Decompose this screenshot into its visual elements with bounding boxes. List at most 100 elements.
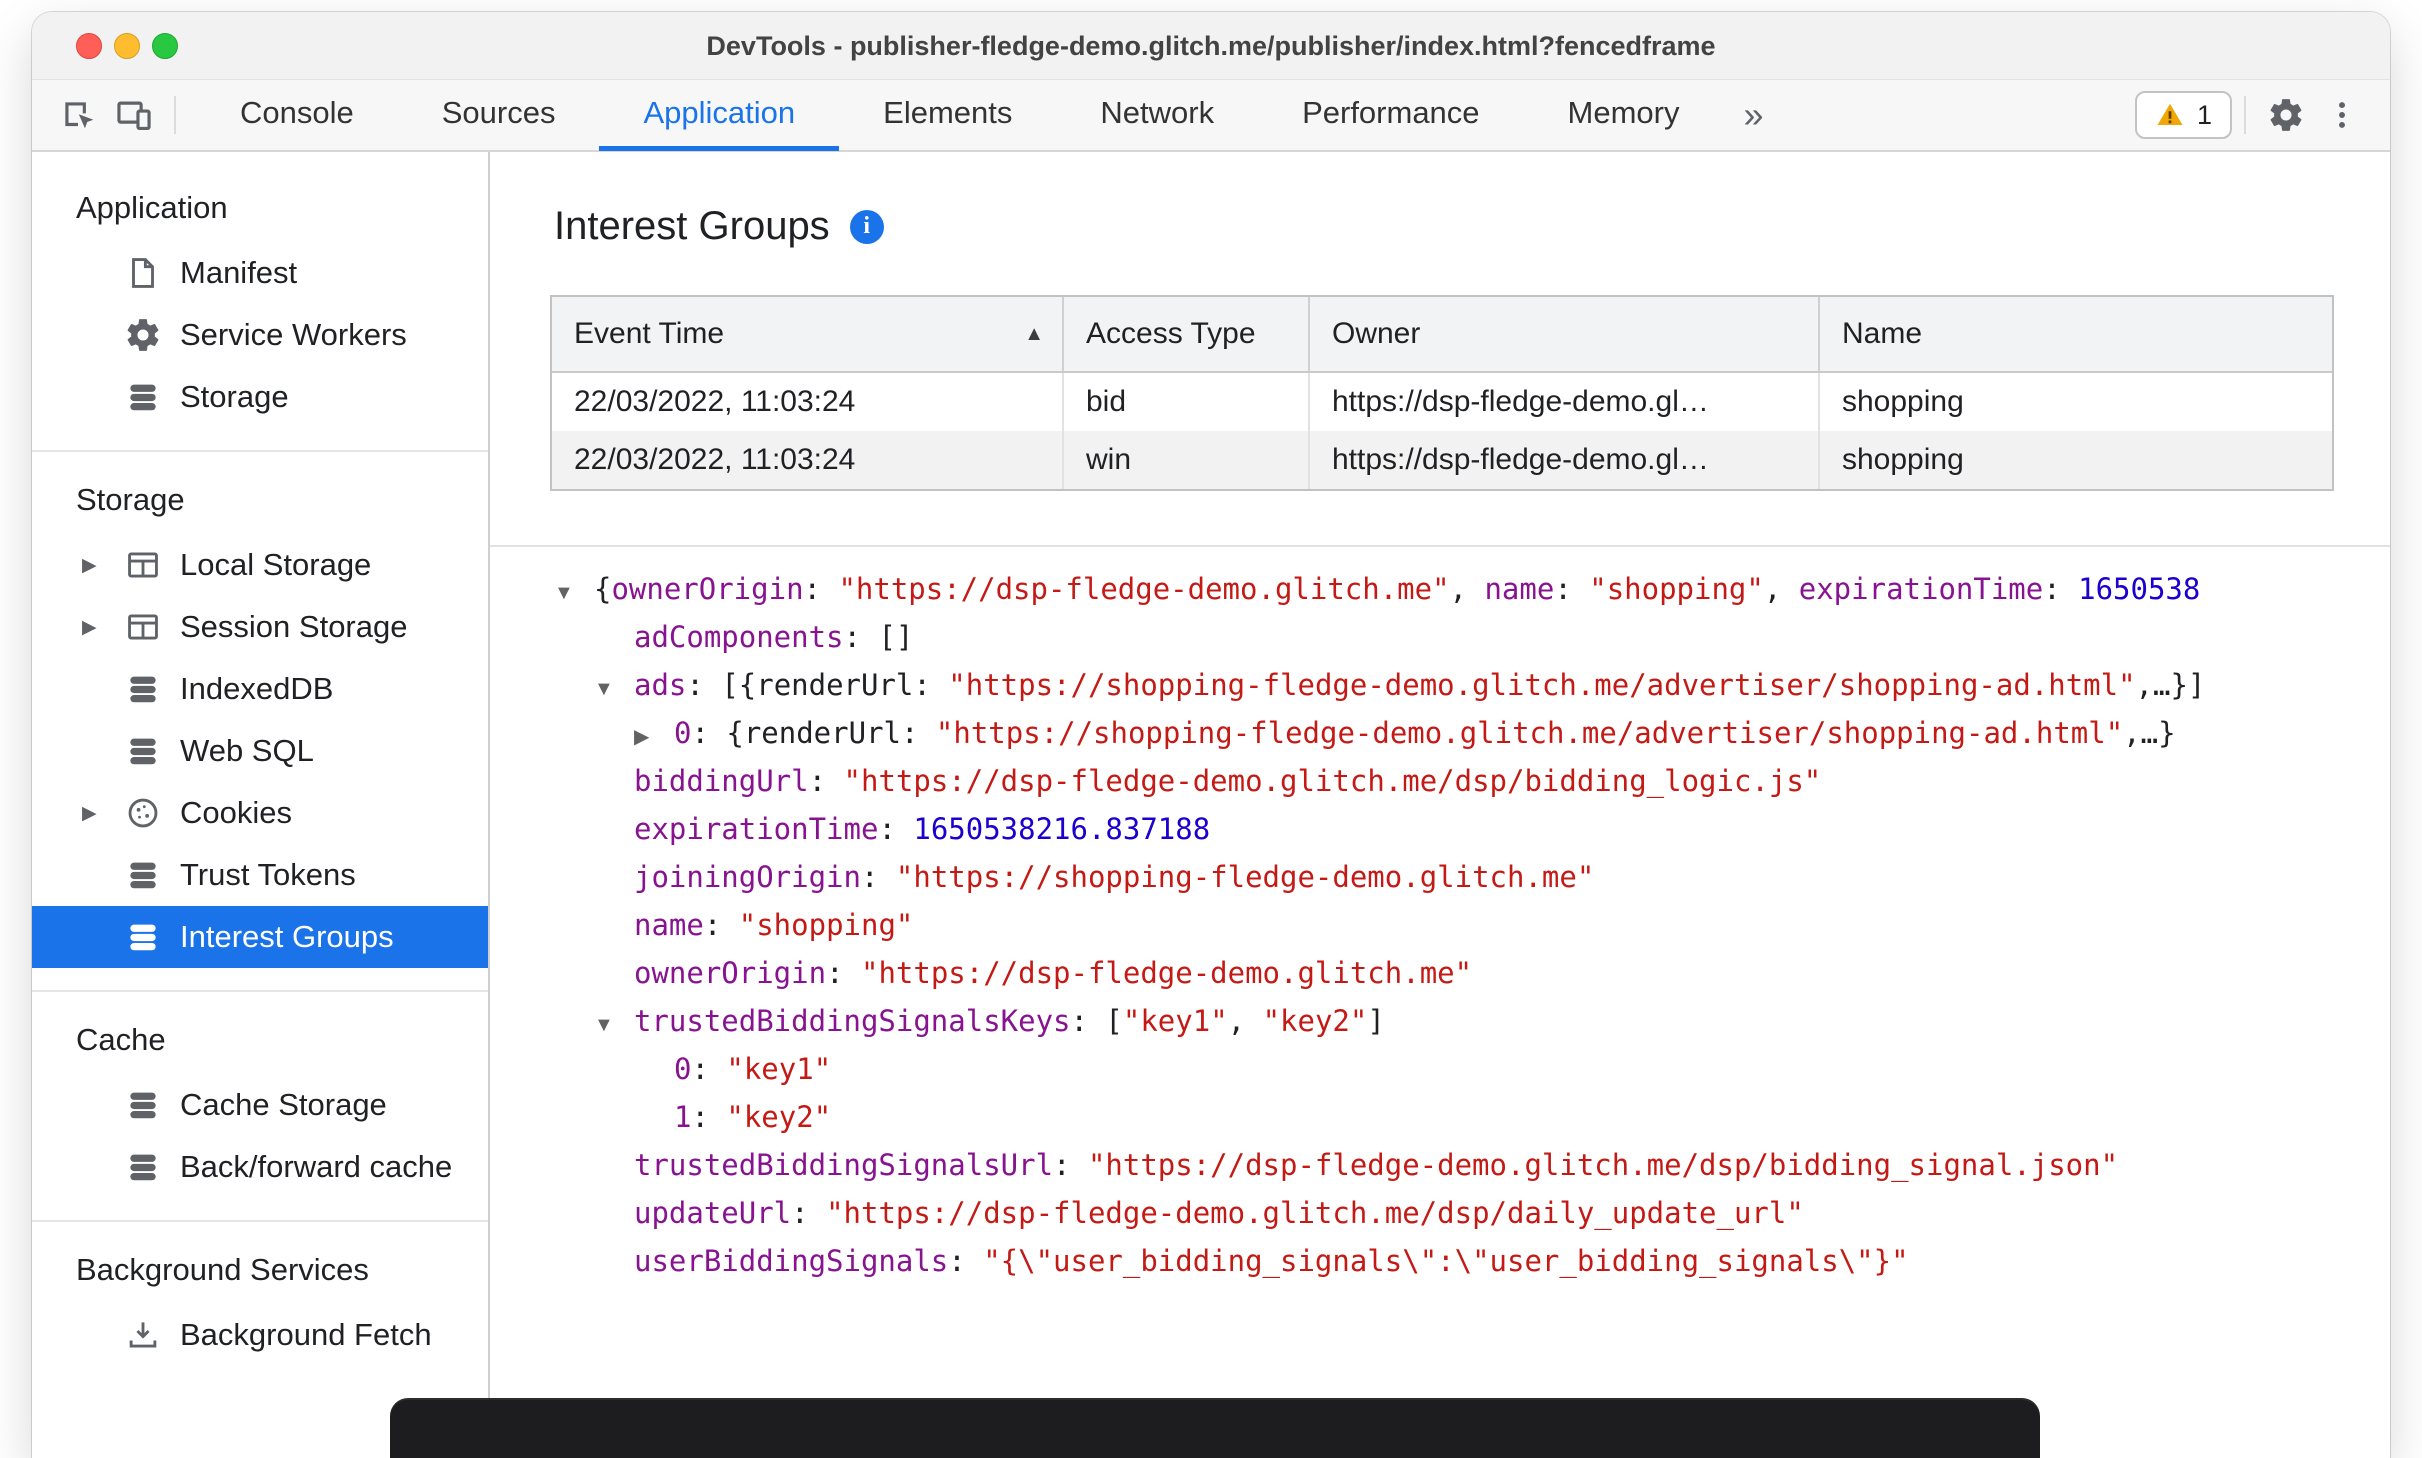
column-header-event-time[interactable]: Event Time ▲ [552,297,1064,371]
tree-value: ,…} [2123,716,2176,750]
sidebar-item-label: Back/forward cache [180,1149,453,1184]
toolbar-right: 1 [2134,87,2390,143]
tree-value: "https://shopping-fledge-demo.glitch.me/… [935,716,2124,750]
sidebar-item-manifest[interactable]: Manifest [32,242,488,304]
tab-console[interactable]: Console [196,79,398,151]
sidebar-item-cache-storage[interactable]: Cache Storage [32,1074,488,1136]
tree-key: ads [634,668,687,702]
sidebar-item-local-storage[interactable]: ▶ Local Storage [32,534,488,596]
tree-value: "https://shopping-fledge-demo.glitch.me/… [948,668,2136,702]
expand-arrow-icon[interactable]: ▶ [82,554,124,577]
database-icon [124,1148,162,1186]
sidebar-item-background-fetch[interactable]: Background Fetch [32,1304,488,1366]
interest-groups-table: Event Time ▲ Access Type Owner Name 22/03/20… [550,295,2334,491]
tree-expander-icon[interactable]: ▼ [594,1001,634,1045]
tab-elements[interactable]: Elements [839,79,1056,151]
tree-value: 1650538216.837188 [913,812,1211,846]
gear-icon[interactable] [2258,87,2314,143]
tree-value: , [1449,572,1485,606]
tree-value: : [1554,572,1590,606]
tree-value: : [948,1244,984,1278]
tree-expander-icon[interactable]: ▶ [634,713,674,757]
column-header-owner[interactable]: Owner [1310,297,1820,371]
sidebar-item-label: Interest Groups [180,919,394,954]
tree-value: ,…}] [2135,668,2206,702]
tree-value: : [878,812,914,846]
tree-value: : [691,1052,727,1086]
toolbar-separator [2244,96,2246,134]
tree-line: 1: "key2" [554,1093,2386,1141]
interest-groups-header: Interest Groups i [554,204,2390,249]
sidebar-item-trust-tokens[interactable]: Trust Tokens [32,844,488,906]
main-panel: Interest Groups i Event Time ▲ Access Type… [490,152,2390,1458]
tab-application[interactable]: Application [599,79,839,151]
inspect-icon[interactable] [50,87,106,143]
application-sidebar: Application Manifest Service Workers Storag… [32,152,490,1458]
table-row[interactable]: 22/03/2022, 11:03:24 bid https://dsp-fledg… [552,373,2332,431]
tree-value: ] [1367,1004,1385,1038]
tree-value: : [803,572,839,606]
tree-value: : [791,1196,827,1230]
devtools-window: DevTools - publisher-fledge-demo.glitch.… [32,12,2390,1458]
tree-expander-icon[interactable]: ▼ [554,569,594,613]
tree-value: : [1070,1004,1106,1038]
minimize-window-button[interactable] [114,33,140,59]
tree-key: updateUrl [634,1196,792,1230]
tab-memory[interactable]: Memory [1524,79,1724,151]
sidebar-section: Background Services Background Fetch [32,1220,488,1388]
tree-value: : [686,668,722,702]
expand-arrow-icon[interactable]: ▶ [82,616,124,639]
sort-ascending-icon: ▲ [1024,323,1044,345]
table-row[interactable]: 22/03/2022, 11:03:24 win https://dsp-fledg… [552,431,2332,489]
tree-key: trustedBiddingSignalsKeys [634,1004,1071,1038]
sidebar-item-interest-groups[interactable]: Interest Groups [32,906,488,968]
database-icon [124,732,162,770]
column-label: Name [1842,317,1923,350]
sidebar-item-session-storage[interactable]: ▶ Session Storage [32,596,488,658]
sidebar-section: Cache Cache Storage Back/forward cache [32,990,488,1220]
sidebar-section-title: Storage [76,482,185,517]
sidebar-item-indexeddb[interactable]: IndexedDB [32,658,488,720]
column-header-access-type[interactable]: Access Type [1064,297,1310,371]
table-icon [124,546,162,584]
tree-value: 1650538 [2078,572,2201,606]
more-tabs-button[interactable]: » [1724,82,1784,148]
tree-value: : [1053,1148,1088,1182]
tree-key: name [1484,572,1555,606]
devtools-content: Application Manifest Service Workers Storag… [32,152,2390,1458]
toolbar-separator [174,96,176,134]
json-tree: ▼ {ownerOrigin: "https://dsp-fledge-demo.… [490,547,2390,1285]
tree-value: , [1763,572,1799,606]
zoom-window-button[interactable] [152,33,178,59]
more-menu-icon[interactable] [2314,87,2370,143]
tree-value: "key1" [1122,1004,1228,1038]
sidebar-item-label: Trust Tokens [180,857,356,892]
info-icon[interactable]: i [849,209,884,244]
expand-arrow-icon[interactable]: ▶ [82,802,124,825]
tree-key: name [634,908,704,942]
sidebar-section: Storage ▶ Local Storage ▶ Session Storage Ind… [32,450,488,990]
close-window-button[interactable] [76,33,102,59]
tab-network[interactable]: Network [1056,79,1258,151]
tab-sources[interactable]: Sources [398,79,600,151]
tree-line: userBiddingSignals: "{\"user_bidding_sig… [554,1237,2386,1285]
sidebar-item-back-forward-cache[interactable]: Back/forward cache [32,1136,488,1198]
issues-counter-button[interactable]: 1 [2134,91,2232,139]
sidebar-item-storage[interactable]: Storage [32,366,488,428]
sidebar-item-web-sql[interactable]: Web SQL [32,720,488,782]
warning-count: 1 [2196,99,2212,130]
table-cell: shopping [1842,385,1964,418]
tree-line: ▼ ads: [{renderUrl: "https://shopping-fle… [554,661,2386,709]
sidebar-item-service-workers[interactable]: Service Workers [32,304,488,366]
tree-line: joiningOrigin: "https://shopping-fledge-… [554,853,2386,901]
column-header-name[interactable]: Name [1820,297,2332,371]
database-icon [124,856,162,894]
sidebar-item-cookies[interactable]: ▶ Cookies [32,782,488,844]
sidebar-section-title: Background Services [76,1252,369,1287]
sidebar-item-label: Local Storage [180,547,372,582]
tab-performance[interactable]: Performance [1258,79,1523,151]
tree-line: updateUrl: "https://dsp-fledge-demo.glit… [554,1189,2386,1237]
cookie-icon [124,794,162,832]
device-toolbar-icon[interactable] [106,87,162,143]
tree-expander-icon[interactable]: ▼ [594,665,634,709]
